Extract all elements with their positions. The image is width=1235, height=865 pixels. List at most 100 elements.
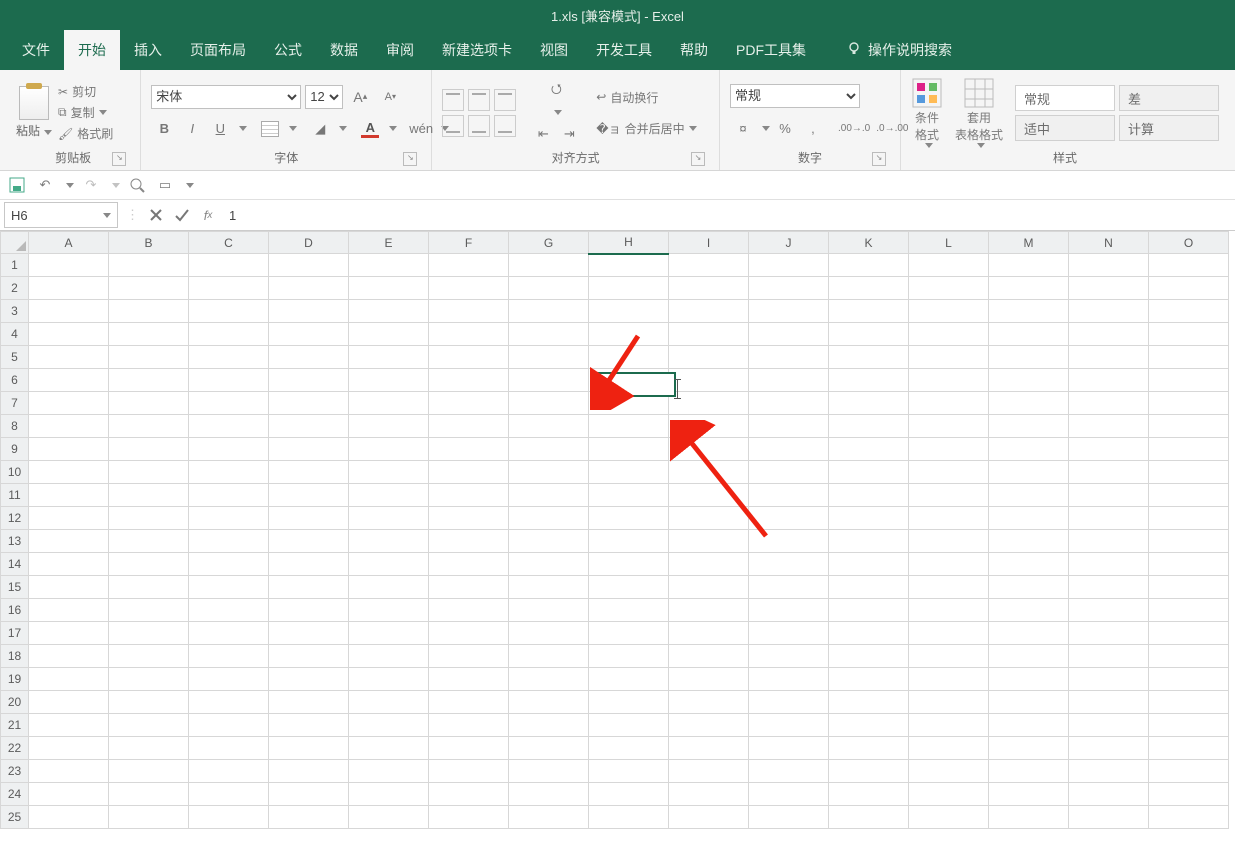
cell-I9[interactable] [669,438,749,461]
cell-N17[interactable] [1069,622,1149,645]
cell-E23[interactable] [349,760,429,783]
cell-L7[interactable] [909,392,989,415]
cell-O16[interactable] [1149,599,1229,622]
column-header-O[interactable]: O [1149,232,1229,254]
cell-M11[interactable] [989,484,1069,507]
cell-M13[interactable] [989,530,1069,553]
cell-B7[interactable] [109,392,189,415]
column-header-A[interactable]: A [29,232,109,254]
cell-L20[interactable] [909,691,989,714]
cell-C13[interactable] [189,530,269,553]
cell-O17[interactable] [1149,622,1229,645]
cell-A25[interactable] [29,806,109,829]
cell-E22[interactable] [349,737,429,760]
cell-K24[interactable] [829,783,909,806]
cell-J2[interactable] [749,277,829,300]
row-header-20[interactable]: 20 [1,691,29,714]
cell-M24[interactable] [989,783,1069,806]
cell-N20[interactable] [1069,691,1149,714]
cell-E19[interactable] [349,668,429,691]
cell-A22[interactable] [29,737,109,760]
bold-button[interactable]: B [152,117,176,141]
number-format-select[interactable]: 常规 [730,84,860,108]
orientation-button[interactable]: ⭯ [544,79,568,103]
copy-button[interactable]: ⧉ 复制 [58,104,107,121]
cell-B6[interactable] [109,369,189,392]
cell-G18[interactable] [509,645,589,668]
cell-M6[interactable] [989,369,1069,392]
cell-B11[interactable] [109,484,189,507]
cell-A11[interactable] [29,484,109,507]
cell-D1[interactable] [269,254,349,277]
name-box[interactable]: H6 [4,202,118,228]
row-header-21[interactable]: 21 [1,714,29,737]
touch-mode-button[interactable]: ▭ [154,174,176,196]
cell-G25[interactable] [509,806,589,829]
tab-insert[interactable]: 插入 [120,30,176,70]
cell-G22[interactable] [509,737,589,760]
row-header-3[interactable]: 3 [1,300,29,323]
cell-A6[interactable] [29,369,109,392]
cell-K25[interactable] [829,806,909,829]
cell-J17[interactable] [749,622,829,645]
tell-me[interactable]: 操作说明搜索 [832,30,966,70]
cell-F5[interactable] [429,346,509,369]
cell-I13[interactable] [669,530,749,553]
cell-E24[interactable] [349,783,429,806]
cell-D22[interactable] [269,737,349,760]
cell-B19[interactable] [109,668,189,691]
row-header-4[interactable]: 4 [1,323,29,346]
cell-K20[interactable] [829,691,909,714]
cell-O11[interactable] [1149,484,1229,507]
cell-A9[interactable] [29,438,109,461]
row-header-16[interactable]: 16 [1,599,29,622]
font-size-select[interactable]: 12 [305,85,343,109]
cell-H15[interactable] [589,576,669,599]
cell-E11[interactable] [349,484,429,507]
cell-E13[interactable] [349,530,429,553]
cell-A7[interactable] [29,392,109,415]
cell-C7[interactable] [189,392,269,415]
cell-B20[interactable] [109,691,189,714]
cell-G14[interactable] [509,553,589,576]
cell-F6[interactable] [429,369,509,392]
cell-E9[interactable] [349,438,429,461]
row-header-14[interactable]: 14 [1,553,29,576]
clipboard-dialog-launcher[interactable]: ↘ [112,152,126,166]
cell-I25[interactable] [669,806,749,829]
column-header-K[interactable]: K [829,232,909,254]
qat-customize-dropdown[interactable] [186,183,194,188]
cell-N12[interactable] [1069,507,1149,530]
cell-A21[interactable] [29,714,109,737]
cell-I8[interactable] [669,415,749,438]
cell-B1[interactable] [109,254,189,277]
cell-J23[interactable] [749,760,829,783]
cell-K10[interactable] [829,461,909,484]
cell-A19[interactable] [29,668,109,691]
cell-O22[interactable] [1149,737,1229,760]
cell-K11[interactable] [829,484,909,507]
print-preview-button[interactable] [126,174,148,196]
cell-L13[interactable] [909,530,989,553]
cell-C10[interactable] [189,461,269,484]
cell-L17[interactable] [909,622,989,645]
cell-F7[interactable] [429,392,509,415]
cell-D2[interactable] [269,277,349,300]
cell-N6[interactable] [1069,369,1149,392]
cell-J10[interactable] [749,461,829,484]
cell-A15[interactable] [29,576,109,599]
cell-D23[interactable] [269,760,349,783]
cell-E16[interactable] [349,599,429,622]
cell-G11[interactable] [509,484,589,507]
cell-K14[interactable] [829,553,909,576]
cell-C24[interactable] [189,783,269,806]
cell-K2[interactable] [829,277,909,300]
cell-A3[interactable] [29,300,109,323]
cell-I22[interactable] [669,737,749,760]
tab-review[interactable]: 审阅 [372,30,428,70]
borders-button[interactable] [258,117,282,141]
cell-H13[interactable] [589,530,669,553]
cell-D9[interactable] [269,438,349,461]
cell-F12[interactable] [429,507,509,530]
cell-H20[interactable] [589,691,669,714]
